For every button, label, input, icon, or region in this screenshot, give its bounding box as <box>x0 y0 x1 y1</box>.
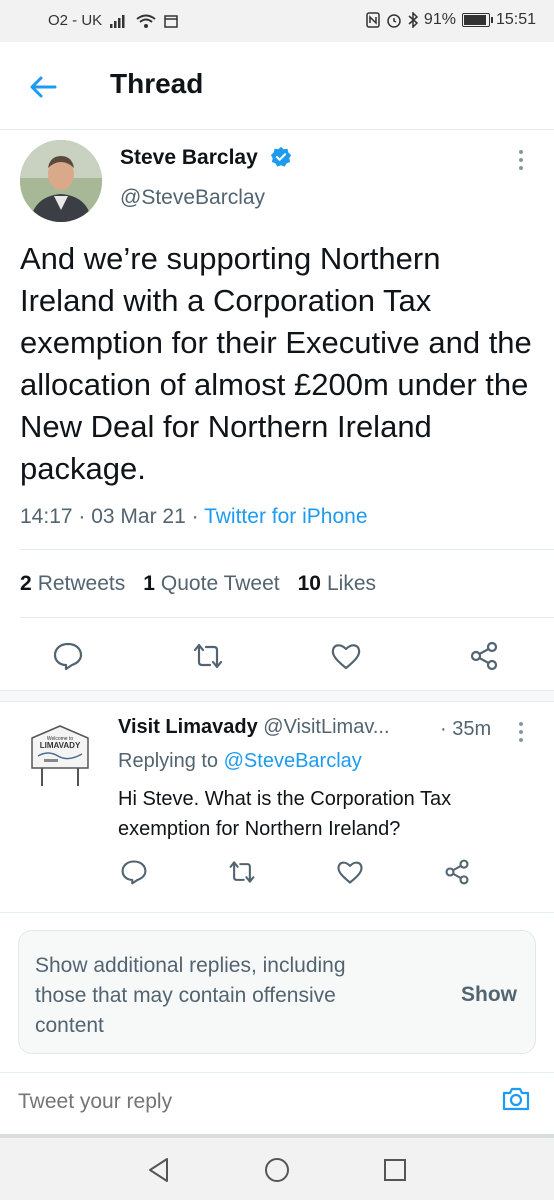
calendar-icon <box>164 14 178 28</box>
likes-label: Likes <box>326 572 377 595</box>
back-arrow-icon[interactable] <box>28 72 58 102</box>
tweet-more-options-icon[interactable] <box>517 150 525 174</box>
battery-fill <box>463 15 486 25</box>
signal-icon <box>110 14 125 28</box>
divider <box>20 617 554 618</box>
tweet-stats: 2 Retweets 1 Quote Tweet 10 Likes <box>20 572 376 596</box>
quotes-count: 1 <box>143 572 155 595</box>
nav-recents-icon[interactable] <box>381 1156 409 1184</box>
reply-button[interactable] <box>52 640 84 672</box>
reply-reply-button[interactable] <box>120 858 148 886</box>
retweet-icon <box>229 861 255 883</box>
tweet-meta: 14:17 · 03 Mar 21 · Twitter for iPhone <box>20 505 368 529</box>
sign-title-text: LIMAVADY <box>40 741 81 750</box>
limavady-sign-logo: Welcome to LIMAVADY <box>22 716 98 792</box>
heart-icon <box>337 861 363 884</box>
reply-author-name[interactable]: Visit Limavady <box>118 716 258 738</box>
reply-text: Hi Steve. What is the Corporation Tax ex… <box>118 788 452 840</box>
reply-header: Visit Limavady @VisitLimav... <box>118 716 390 739</box>
share-icon <box>470 641 498 671</box>
retweet-button[interactable] <box>192 640 224 672</box>
clock: 15:51 <box>495 11 536 28</box>
tweet-date: 03 Mar 21 <box>91 505 186 528</box>
share-icon <box>445 859 469 885</box>
replying-to-handle[interactable]: @SteveBarclay <box>224 750 362 772</box>
author-avatar[interactable] <box>20 140 102 222</box>
divider <box>0 1072 554 1073</box>
tweet-time: 14:17 <box>20 505 73 528</box>
avatar-image <box>20 140 102 222</box>
show-button[interactable]: Show <box>461 983 517 1007</box>
camera-icon[interactable] <box>500 1083 532 1115</box>
section-separator <box>0 690 554 702</box>
quotes-label: Quote Tweet <box>160 572 280 595</box>
author-handle[interactable]: @SteveBarclay <box>120 186 265 210</box>
status-left: O2 - UK <box>48 12 178 29</box>
reply-share-button[interactable] <box>443 858 471 886</box>
author-name[interactable]: Steve Barclay <box>120 146 258 170</box>
divider <box>0 912 554 913</box>
status-bar: O2 - UK 91% 15:51 <box>0 0 554 42</box>
reply-icon <box>121 860 147 885</box>
divider <box>20 549 554 550</box>
wifi-icon <box>136 14 156 28</box>
heart-icon <box>331 644 361 670</box>
alarm-icon <box>387 14 401 28</box>
tweet-text: And we’re supporting Northern Ireland wi… <box>20 241 532 486</box>
tweet-source-link[interactable]: Twitter for iPhone <box>204 505 367 528</box>
retweets-count: 2 <box>20 572 32 595</box>
nfc-icon <box>366 12 380 28</box>
reply-more-options-icon[interactable] <box>517 722 525 746</box>
likes-count: 10 <box>297 572 321 595</box>
reply-icon <box>53 642 83 671</box>
like-button[interactable] <box>330 640 362 672</box>
nav-home-icon[interactable] <box>263 1156 291 1184</box>
meta-separator: · <box>191 505 205 528</box>
reply-input[interactable] <box>18 1086 478 1118</box>
nav-back-icon[interactable] <box>145 1156 173 1184</box>
replying-to: Replying to @SteveBarclay <box>118 750 362 773</box>
share-button[interactable] <box>468 640 500 672</box>
verified-badge-icon <box>270 146 292 167</box>
reply-like-button[interactable] <box>336 858 364 886</box>
show-additional-replies-card[interactable]: Show additional replies, including those… <box>18 930 536 1054</box>
quotes-stat[interactable]: 1 Quote Tweet <box>143 572 279 596</box>
system-nav-bar <box>0 1138 554 1200</box>
bluetooth-icon <box>408 12 418 28</box>
meta-separator: · <box>78 505 92 528</box>
page-title: Thread <box>110 68 204 99</box>
retweets-stat[interactable]: 2 Retweets <box>20 572 125 596</box>
reply-retweet-button[interactable] <box>228 858 256 886</box>
reply-author-handle[interactable]: @VisitLimav... <box>263 716 389 738</box>
status-right: 91% 15:51 <box>366 11 536 29</box>
replying-prefix: Replying to <box>118 750 219 772</box>
carrier-label: O2 - UK <box>48 12 103 29</box>
reply-time-dot: · <box>440 718 453 740</box>
thread-header: Thread <box>0 42 554 130</box>
reply-time: · 35m <box>440 718 491 741</box>
show-additional-replies-text: Show additional replies, including those… <box>35 954 346 1037</box>
likes-stat[interactable]: 10 Likes <box>298 572 376 596</box>
battery-percent: 91% <box>423 11 456 28</box>
battery-icon <box>461 13 493 27</box>
retweet-icon <box>193 643 223 669</box>
reply-time-value: 35m <box>452 718 492 740</box>
retweets-label: Retweets <box>37 572 126 595</box>
reply-author-avatar[interactable]: Welcome to LIMAVADY <box>22 716 98 792</box>
